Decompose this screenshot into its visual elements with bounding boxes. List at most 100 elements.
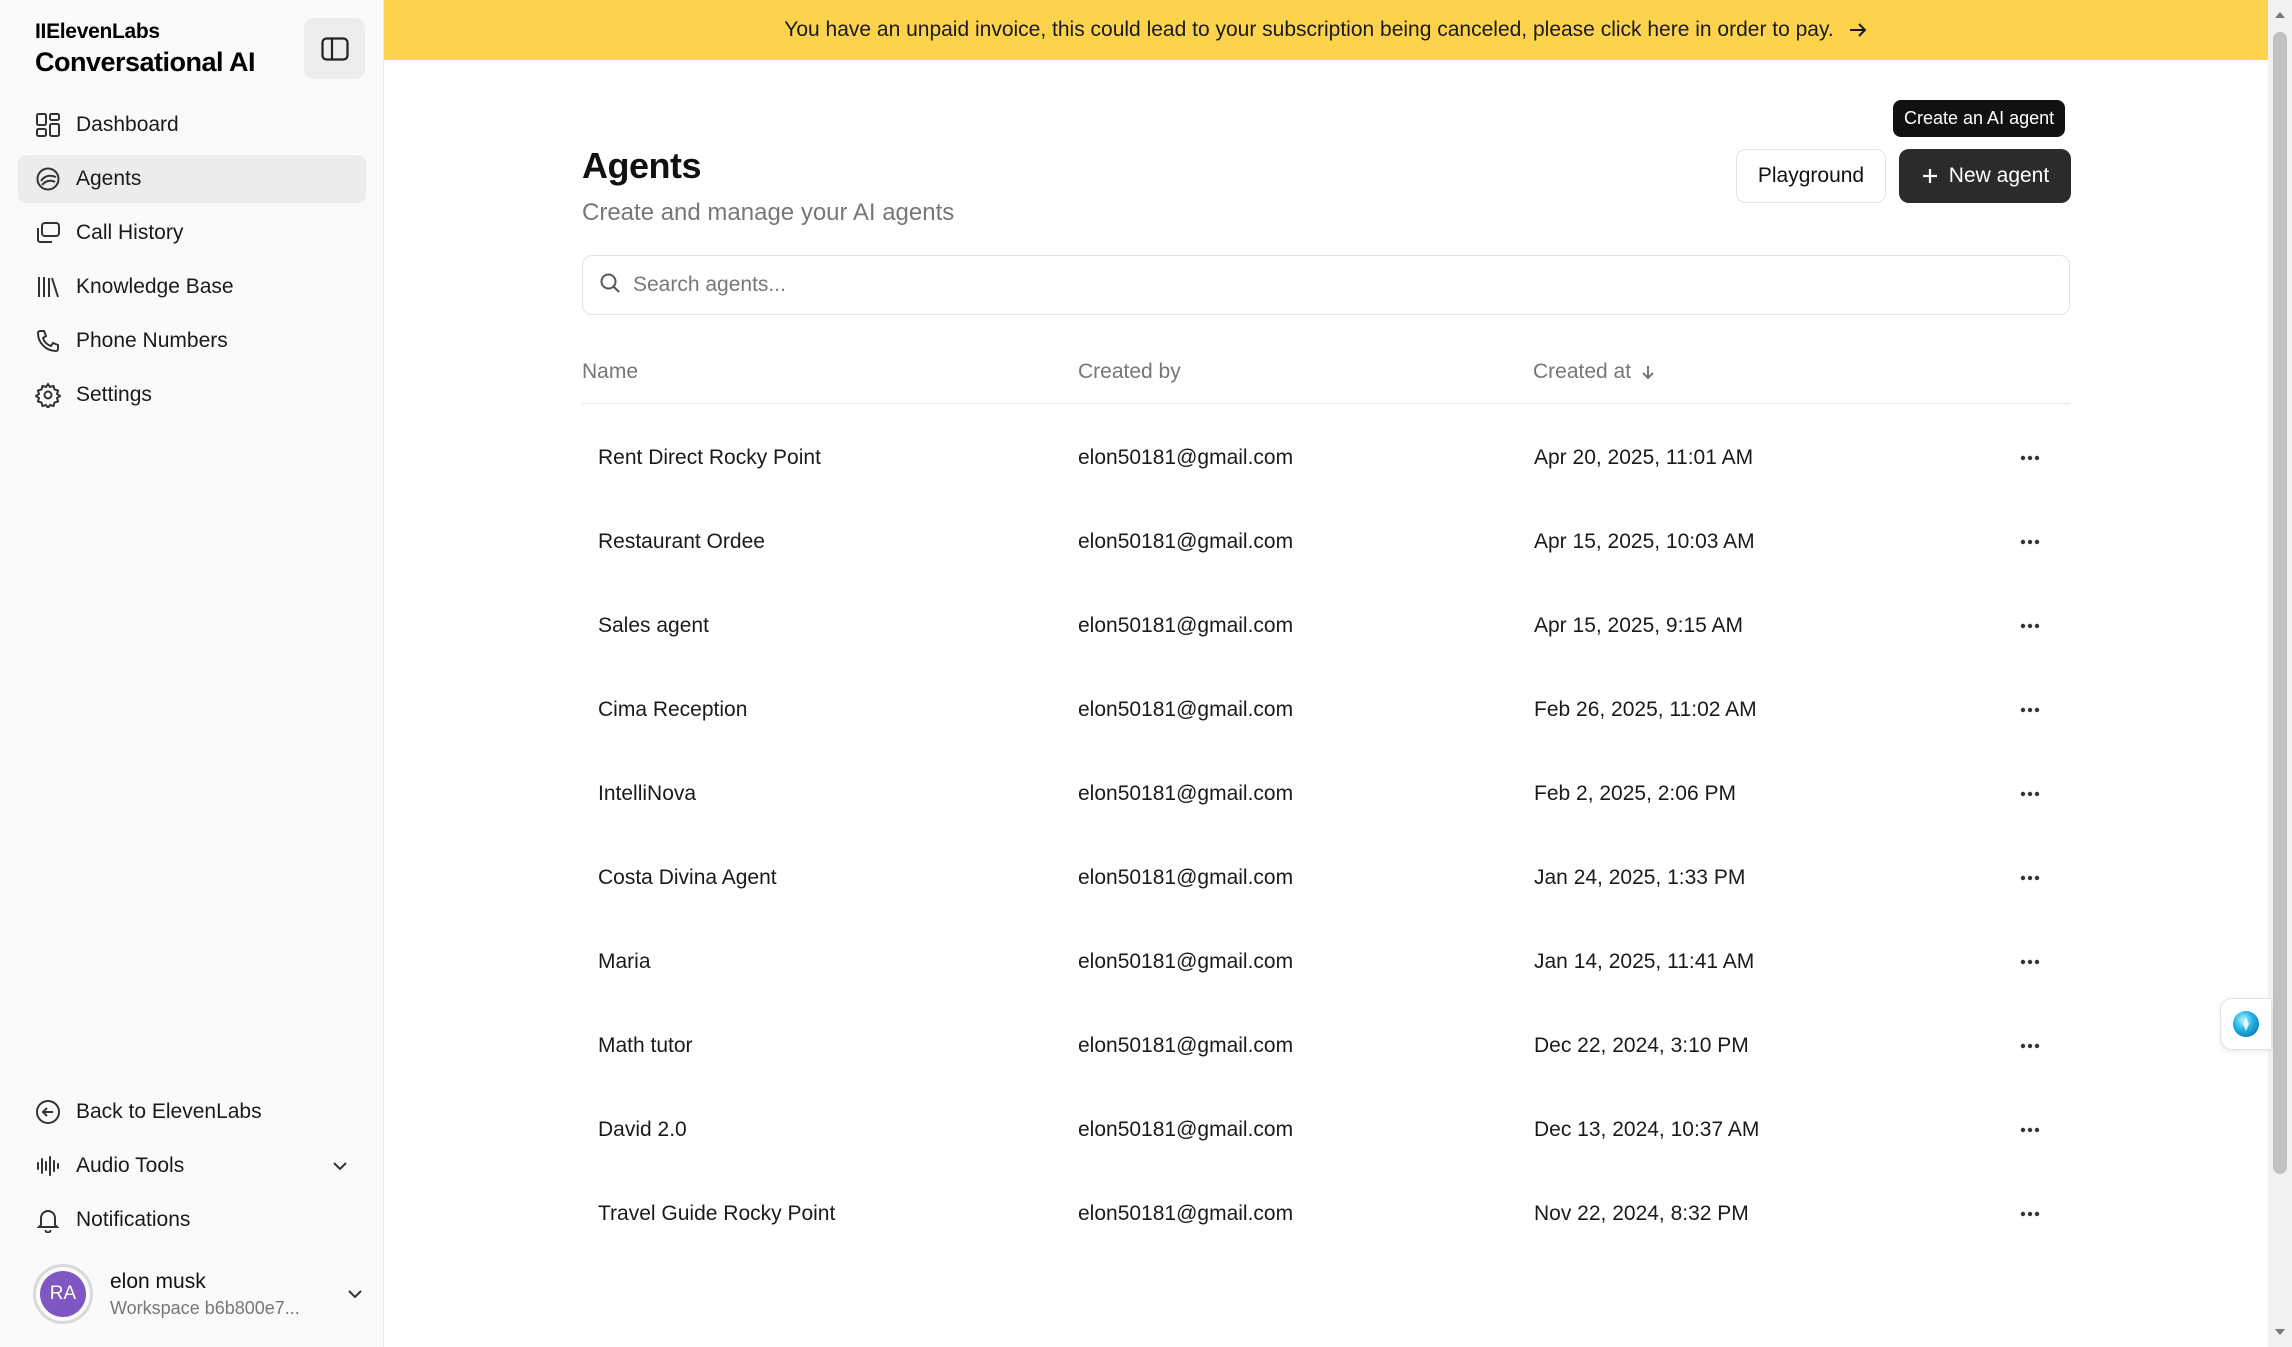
- sidebar-item-label: Back to ElevenLabs: [76, 1100, 262, 1123]
- gear-icon: [34, 381, 62, 409]
- ellipsis-icon: [2020, 455, 2040, 461]
- scroll-up-arrow-icon[interactable]: [2273, 8, 2287, 22]
- knowledge-base-icon: [34, 273, 62, 301]
- agent-name[interactable]: Cima Reception: [598, 698, 747, 722]
- table-row[interactable]: Cima Reception elon50181@gmail.com Feb 26,…: [582, 668, 2070, 752]
- ellipsis-icon: [2020, 1127, 2040, 1133]
- sidebar-item-label: Phone Numbers: [76, 329, 228, 352]
- table-row[interactable]: Rent Direct Rocky Point elon50181@gmail.c…: [582, 416, 2070, 500]
- sidebar-item-dashboard[interactable]: Dashboard: [18, 101, 366, 149]
- user-account-menu[interactable]: RA elon musk Workspace b6b800e7...: [33, 1262, 363, 1326]
- search-icon: [599, 272, 621, 299]
- row-more-options-button[interactable]: [2012, 1112, 2048, 1148]
- arrow-right-icon: [1848, 22, 1868, 38]
- table-row[interactable]: Math tutor elon50181@gmail.com Dec 22, 202…: [582, 1004, 2070, 1088]
- avatar-initials: RA: [40, 1271, 86, 1317]
- new-agent-button[interactable]: New agent: [1899, 149, 2071, 203]
- agent-name[interactable]: Travel Guide Rocky Point: [598, 1202, 835, 1226]
- scrollbar-thumb[interactable]: [2273, 32, 2287, 1174]
- sidebar-item-label: Dashboard: [76, 113, 179, 136]
- notifications-button[interactable]: Notifications: [18, 1196, 366, 1244]
- table-header: Name Created by Created at: [582, 340, 2070, 404]
- product-name: Conversational AI: [35, 47, 256, 77]
- table-row[interactable]: IntelliNova elon50181@gmail.com Feb 2, 202…: [582, 752, 2070, 836]
- agent-name[interactable]: Math tutor: [598, 1034, 693, 1058]
- banner-text: You have an unpaid invoice, this could l…: [784, 18, 1834, 41]
- brand-logo[interactable]: IIElevenLabs Conversational AI: [35, 20, 256, 78]
- row-more-options-button[interactable]: [2012, 1196, 2048, 1232]
- audio-tools-menu[interactable]: Audio Tools: [18, 1142, 366, 1190]
- row-more-options-button[interactable]: [2012, 860, 2048, 896]
- unpaid-invoice-banner[interactable]: You have an unpaid invoice, this could l…: [384, 0, 2268, 60]
- sidebar-item-agents[interactable]: Agents: [18, 155, 366, 203]
- sidebar-item-label: Agents: [76, 167, 142, 190]
- row-more-options-button[interactable]: [2012, 776, 2048, 812]
- dashboard-icon: [34, 111, 62, 139]
- sidebar-item-settings[interactable]: Settings: [18, 371, 366, 419]
- agent-created-at: Dec 22, 2024, 3:10 PM: [1534, 1034, 1749, 1057]
- ellipsis-icon: [2020, 1043, 2040, 1049]
- ellipsis-icon: [2020, 959, 2040, 965]
- agent-name[interactable]: Costa Divina Agent: [598, 866, 777, 890]
- agent-created-by: elon50181@gmail.com: [1078, 950, 1294, 973]
- row-more-options-button[interactable]: [2012, 944, 2048, 980]
- new-agent-label: New agent: [1948, 164, 2050, 187]
- call-history-icon: [34, 219, 62, 247]
- toggle-sidebar-button[interactable]: [304, 18, 365, 79]
- row-more-options-button[interactable]: [2012, 608, 2048, 644]
- assistant-widget-button[interactable]: [2220, 998, 2272, 1050]
- scroll-down-arrow-icon[interactable]: [2273, 1325, 2287, 1339]
- agent-name[interactable]: Sales agent: [598, 614, 709, 638]
- sidebar: IIElevenLabs Conversational AI Dashboard…: [0, 0, 384, 1347]
- agent-name[interactable]: David 2.0: [598, 1118, 687, 1142]
- agent-name[interactable]: Maria: [598, 950, 651, 974]
- column-header-created-at[interactable]: Created at: [1533, 360, 1655, 384]
- back-arrow-icon: [34, 1098, 62, 1126]
- page-subtitle: Create and manage your AI agents: [582, 199, 955, 226]
- sidebar-bottom-nav: Back to ElevenLabs Audio Tools Notificat…: [18, 1088, 366, 1250]
- agent-created-by: elon50181@gmail.com: [1078, 614, 1294, 637]
- row-more-options-button[interactable]: [2012, 524, 2048, 560]
- sidebar-item-knowledge-base[interactable]: Knowledge Base: [18, 263, 366, 311]
- chevron-down-icon: [347, 1289, 363, 1299]
- phone-icon: [34, 327, 62, 355]
- table-row[interactable]: Restaurant Ordee elon50181@gmail.com Apr 1…: [582, 500, 2070, 584]
- agent-name[interactable]: Rent Direct Rocky Point: [598, 446, 821, 470]
- playground-button[interactable]: Playground: [1736, 149, 1886, 203]
- search-box[interactable]: [582, 255, 2070, 315]
- table-row[interactable]: David 2.0 elon50181@gmail.com Dec 13, 2024…: [582, 1088, 2070, 1172]
- agent-name[interactable]: Restaurant Ordee: [598, 530, 765, 554]
- assistant-orb-icon: [2233, 1011, 2259, 1037]
- ellipsis-icon: [2020, 623, 2040, 629]
- table-row[interactable]: Costa Divina Agent elon50181@gmail.com Jan…: [582, 836, 2070, 920]
- table-row[interactable]: Travel Guide Rocky Point elon50181@gmail.…: [582, 1172, 2070, 1256]
- search-input[interactable]: [633, 273, 2013, 297]
- agent-created-at: Dec 13, 2024, 10:37 AM: [1534, 1118, 1760, 1141]
- sidebar-item-phone-numbers[interactable]: Phone Numbers: [18, 317, 366, 365]
- table-row[interactable]: Maria elon50181@gmail.com Jan 14, 2025, 11…: [582, 920, 2070, 1004]
- sidebar-item-label: Knowledge Base: [76, 275, 234, 298]
- agents-table: Name Created by Created at Rent Direct R…: [582, 340, 2070, 1256]
- table-row[interactable]: Sales agent elon50181@gmail.com Apr 15, 20…: [582, 584, 2070, 668]
- agent-created-at: Jan 24, 2025, 1:33 PM: [1534, 866, 1746, 889]
- sidebar-item-label: Call History: [76, 221, 184, 244]
- column-header-name[interactable]: Name: [582, 360, 638, 384]
- back-to-elevenlabs-link[interactable]: Back to ElevenLabs: [18, 1088, 366, 1136]
- sidebar-item-label: Audio Tools: [76, 1154, 185, 1177]
- plus-icon: [1921, 167, 1939, 185]
- chevron-down-icon: [332, 1161, 348, 1171]
- sidebar-item-call-history[interactable]: Call History: [18, 209, 366, 257]
- row-more-options-button[interactable]: [2012, 440, 2048, 476]
- row-more-options-button[interactable]: [2012, 1028, 2048, 1064]
- agent-created-by: elon50181@gmail.com: [1078, 698, 1294, 721]
- ellipsis-icon: [2020, 875, 2040, 881]
- ellipsis-icon: [2020, 1211, 2040, 1217]
- agent-created-by: elon50181@gmail.com: [1078, 1034, 1294, 1057]
- agent-name[interactable]: IntelliNova: [598, 782, 696, 806]
- agent-created-by: elon50181@gmail.com: [1078, 866, 1294, 889]
- row-more-options-button[interactable]: [2012, 692, 2048, 728]
- ellipsis-icon: [2020, 539, 2040, 545]
- column-header-created-by[interactable]: Created by: [1078, 360, 1181, 384]
- user-name: elon musk: [110, 1269, 206, 1293]
- agent-created-at: Apr 20, 2025, 11:01 AM: [1534, 446, 1754, 469]
